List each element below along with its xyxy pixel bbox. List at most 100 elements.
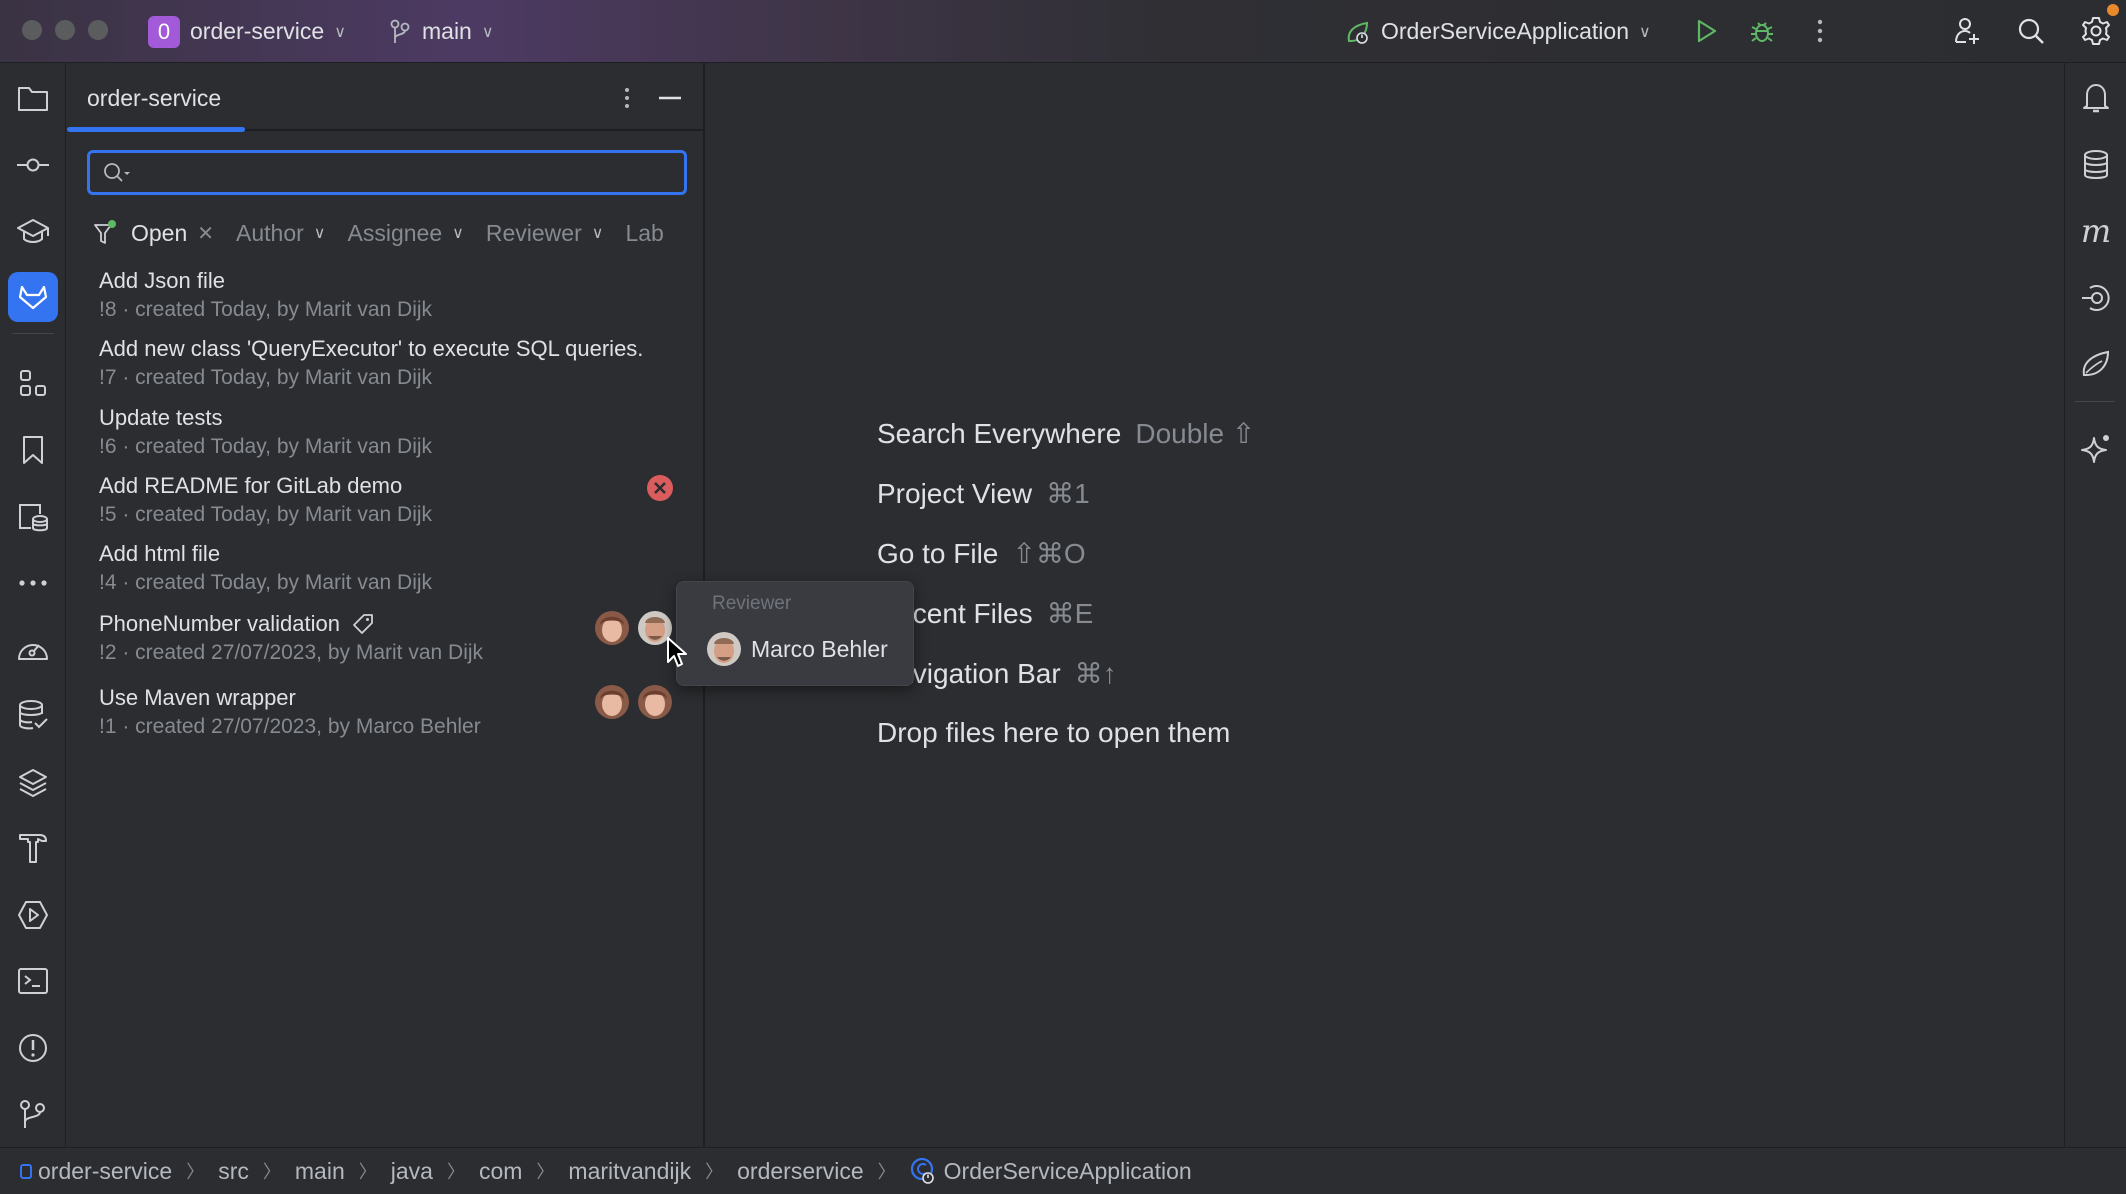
run-config-selector[interactable]: OrderServiceApplication ∨	[1345, 0, 1651, 63]
panel-options-button[interactable]	[612, 83, 642, 113]
tooltip-header: Reviewer	[712, 593, 792, 614]
structure-tool-button[interactable]	[0, 358, 66, 408]
database-tool-button[interactable]	[2065, 140, 2126, 190]
commit-tool-button[interactable]	[0, 140, 66, 190]
merge-request-item[interactable]: Add Json file !8 · created Today, by Mar…	[67, 268, 703, 336]
chevron-right-icon: 〉	[877, 1162, 896, 1182]
project-tool-button[interactable]	[0, 73, 66, 123]
filter-reviewer-label: Reviewer	[485, 219, 582, 246]
merge-request-search-field[interactable]	[87, 150, 687, 195]
structure-icon	[20, 370, 46, 396]
more-actions-button[interactable]	[1803, 14, 1837, 48]
debug-button[interactable]	[1745, 14, 1779, 48]
merge-request-item[interactable]: Use Maven wrapper !1 · created 27/07/202…	[67, 685, 703, 753]
merge-request-title: Add Json file	[99, 268, 225, 293]
breadcrumb-item[interactable]: OrderServiceApplication	[944, 1158, 1192, 1185]
reviewer-name: Marco Behler	[751, 635, 888, 662]
maven-tool-button[interactable]: m	[2065, 206, 2126, 256]
hint-go-to-file: Go to File ⇧⌘O	[877, 537, 1086, 570]
bookmarks-tool-button[interactable]	[0, 425, 66, 475]
gitlab-merge-requests-panel: order-service Open ✕ Author ∨ Assignee ∨	[67, 63, 705, 1147]
avatar-author[interactable]	[595, 685, 629, 719]
search-everywhere-button[interactable]	[2012, 12, 2050, 50]
db-migrations-tool-button[interactable]	[0, 690, 66, 740]
breadcrumb-item[interactable]: main	[295, 1158, 345, 1185]
panel-minimize-button[interactable]	[655, 83, 685, 113]
branch-name: main	[422, 18, 472, 44]
merge-request-item[interactable]: Add README for GitLab demo !5 · created …	[67, 473, 703, 541]
window-close-button[interactable]	[22, 20, 42, 40]
filter-icon[interactable]	[93, 219, 117, 247]
layers-tool-button[interactable]	[0, 757, 66, 807]
endpoints-icon	[2082, 285, 2110, 311]
merge-request-subtitle: !5 · created Today, by Marit van Dijk	[99, 503, 433, 526]
add-user-icon	[1955, 18, 1979, 44]
project-selector[interactable]: 0 order-service ∨	[148, 0, 346, 63]
breadcrumb-item[interactable]: orderservice	[737, 1158, 864, 1185]
panel-tab-order-service[interactable]: order-service	[87, 85, 221, 112]
chevron-right-icon: 〉	[358, 1162, 377, 1182]
problems-icon	[19, 1034, 47, 1062]
more-tool-windows-button[interactable]	[0, 558, 66, 608]
database-check-icon	[19, 700, 48, 730]
git-tool-button[interactable]	[0, 1089, 66, 1139]
bell-icon	[2083, 84, 2109, 113]
filter-author[interactable]: Author ∨	[236, 220, 325, 247]
ai-assistant-tool-button[interactable]	[2065, 423, 2126, 473]
more-vertical-icon	[1817, 19, 1823, 43]
window-minimize-button[interactable]	[55, 20, 75, 40]
learn-tool-button[interactable]	[0, 206, 66, 256]
profiler-tool-button[interactable]	[0, 623, 66, 673]
breadcrumb-item[interactable]: java	[391, 1158, 433, 1185]
notifications-tool-button[interactable]	[2065, 73, 2126, 123]
code-with-me-button[interactable]	[1948, 12, 1986, 50]
active-tab-indicator	[67, 127, 245, 132]
terminal-tool-button[interactable]	[0, 956, 66, 1006]
merge-request-item[interactable]: Add html file !4 · created Today, by Mar…	[67, 541, 703, 609]
merge-request-item[interactable]: Update tests !6 · created Today, by Mari…	[67, 405, 703, 473]
database-explorer-tool-button[interactable]	[0, 492, 66, 542]
run-config-name: OrderServiceApplication	[1381, 18, 1630, 44]
problems-tool-button[interactable]	[0, 1023, 66, 1073]
breadcrumb-item[interactable]: maritvandijk	[568, 1158, 691, 1185]
breadcrumb-item[interactable]: order-service	[38, 1158, 172, 1185]
spring-tool-button[interactable]	[2065, 339, 2126, 389]
hint-label: Project View	[877, 478, 1033, 509]
chevron-down-icon: ∨	[313, 225, 326, 242]
endpoints-tool-button[interactable]	[2065, 273, 2126, 323]
breadcrumb-item[interactable]: src	[218, 1158, 249, 1185]
search-input[interactable]	[138, 153, 678, 192]
run-icon	[1697, 19, 1717, 43]
chevron-down-icon: ∨	[452, 225, 464, 242]
chevron-right-icon: 〉	[705, 1162, 724, 1182]
filter-bar: Open ✕ Author ∨ Assignee ∨ Reviewer ∨ La…	[93, 215, 693, 251]
build-tool-button[interactable]	[0, 823, 66, 873]
status-bar: order-service 〉 src 〉 main 〉 java 〉 com …	[0, 1147, 2126, 1194]
filter-reviewer[interactable]: Reviewer ∨	[486, 220, 604, 247]
avatar-reviewer[interactable]	[638, 685, 672, 719]
run-button[interactable]	[1690, 14, 1724, 48]
merge-request-title: Add new class 'QueryExecutor' to execute…	[99, 336, 644, 361]
chevron-down-icon: ∨	[1639, 23, 1651, 41]
services-tool-button[interactable]	[0, 890, 66, 940]
breadcrumb-item[interactable]: com	[479, 1158, 522, 1185]
remove-filter-icon[interactable]: ✕	[197, 221, 214, 246]
branch-selector[interactable]: main ∨	[390, 0, 494, 63]
hammer-icon	[19, 834, 47, 863]
window-maximize-button[interactable]	[88, 20, 108, 40]
merge-request-title: Update tests	[99, 405, 223, 430]
filter-open[interactable]: Open ✕	[131, 220, 214, 247]
title-bar: 0 order-service ∨ main ∨ OrderServiceApp…	[0, 0, 2126, 63]
merge-request-subtitle: !2 · created 27/07/2023, by Marit van Di…	[99, 641, 484, 664]
merge-request-title: Add README for GitLab demo	[99, 473, 403, 498]
filter-assignee[interactable]: Assignee ∨	[348, 220, 464, 247]
label-tag-icon	[352, 613, 374, 635]
filter-label[interactable]: Lab	[625, 220, 663, 247]
maven-icon: m	[2080, 212, 2112, 250]
avatar-author[interactable]	[595, 611, 629, 645]
gitlab-tool-button[interactable]	[0, 272, 66, 322]
merge-request-item[interactable]: PhoneNumber validation !2 · created 27/0…	[67, 611, 703, 679]
filter-assignee-label: Assignee	[347, 219, 443, 246]
settings-button[interactable]	[2077, 4, 2119, 50]
merge-request-item[interactable]: Add new class 'QueryExecutor' to execute…	[67, 336, 703, 404]
